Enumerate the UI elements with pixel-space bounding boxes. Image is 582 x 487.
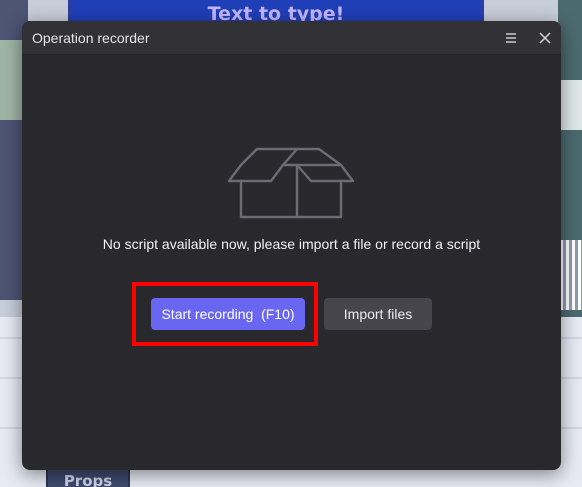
background-fence xyxy=(560,240,582,310)
start-recording-button[interactable]: Start recording (F10) xyxy=(151,298,305,330)
action-buttons: Start recording (F10) Import files xyxy=(22,282,561,346)
hamburger-menu-icon[interactable] xyxy=(500,27,522,49)
window-title: Operation recorder xyxy=(32,30,150,46)
props-label: Props xyxy=(63,472,113,487)
empty-box-icon xyxy=(227,141,355,225)
window-titlebar[interactable]: Operation recorder xyxy=(22,21,561,55)
background-window-left xyxy=(0,40,24,120)
background-window-right xyxy=(560,80,582,130)
operation-recorder-window: Operation recorder No script available n… xyxy=(22,21,561,470)
empty-state-message: No script available now, please import a… xyxy=(102,236,481,252)
import-files-button[interactable]: Import files xyxy=(324,298,432,330)
close-icon[interactable] xyxy=(534,27,556,49)
